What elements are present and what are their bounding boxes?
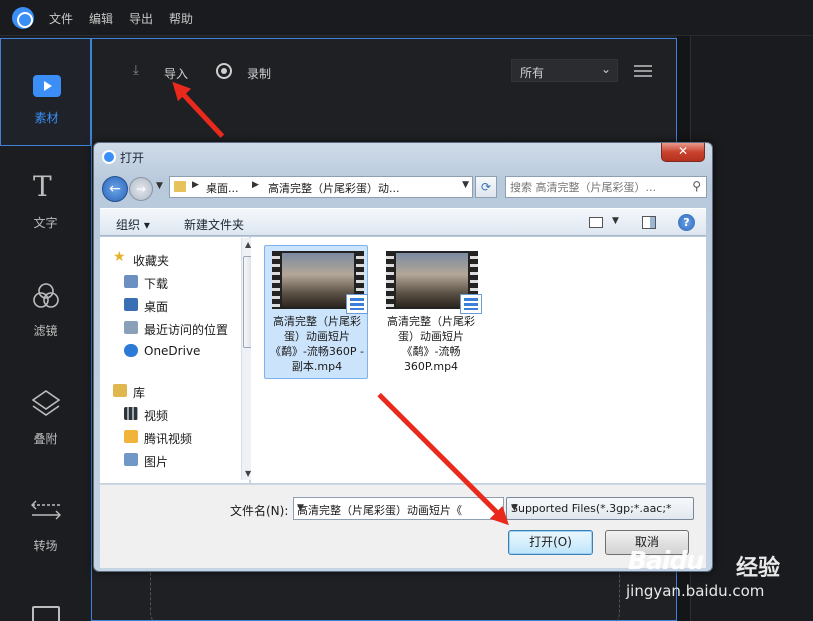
sidebar-item-label: 转场	[33, 539, 58, 553]
view-mode-icon[interactable]	[589, 217, 603, 228]
sidebar-item-label: 素材	[34, 111, 59, 125]
app-logo-icon	[12, 7, 34, 29]
video-frame	[396, 253, 468, 307]
organize-button[interactable]: 组织 ▾	[116, 216, 150, 233]
navigation-pane: ★ 收藏夹 下载 桌面 最近访问的位置 OneDrive 库 视频 腾讯视频 图…	[100, 237, 255, 483]
breadcrumb-desktop[interactable]: 桌面...	[206, 180, 239, 196]
new-folder-button[interactable]: 新建文件夹	[184, 216, 244, 233]
file-item[interactable]: 高清完整（片尾彩蛋）动画短片《鹬》-流畅360P.mp4	[378, 245, 482, 379]
watermark-brand: Baidu	[628, 546, 704, 575]
baidu-jingyan-watermark: Baidu 经验 jingyan.baidu.com	[626, 546, 808, 616]
watermark-url: jingyan.baidu.com	[626, 582, 765, 600]
film-strip-icon	[386, 251, 394, 309]
nav-label: 视频	[144, 409, 169, 423]
desktop-icon	[124, 298, 138, 311]
forward-button[interactable]: →	[129, 177, 153, 201]
material-icon	[33, 75, 61, 97]
record-icon[interactable]	[216, 63, 232, 79]
sidebar-item-more-icon[interactable]	[32, 606, 60, 621]
folder-icon	[124, 430, 138, 443]
media-player-badge-icon	[460, 294, 482, 314]
breadcrumb-folder[interactable]: 高清完整（片尾彩蛋）动...	[268, 180, 400, 196]
sidebar-item-label: 滤镜	[33, 324, 58, 338]
chevron-down-icon[interactable]: ▼	[462, 180, 469, 190]
folder-icon	[174, 181, 186, 192]
preview-pane-icon[interactable]	[642, 216, 656, 229]
open-button[interactable]: 打开(O)	[508, 530, 593, 555]
list-view-icon[interactable]	[634, 62, 652, 78]
filename-input[interactable]: 高清完整（片尾彩蛋）动画短片《 ▼	[293, 497, 504, 520]
star-icon: ★	[113, 249, 126, 265]
menu-file[interactable]: 文件	[49, 10, 73, 27]
nav-label: 收藏夹	[133, 254, 170, 268]
file-name: 高清完整（片尾彩蛋）动画短片《鹬》-流畅360P - 副本.mp4	[269, 315, 365, 373]
chevron-down-icon[interactable]: ▼	[297, 503, 477, 513]
help-icon[interactable]: ?	[678, 214, 695, 231]
history-dropdown-icon[interactable]: ▼	[156, 181, 163, 191]
watermark-jingyan: 经验	[736, 556, 781, 581]
open-file-dialog: 打开 ✕ ← → ▼ ▶ 桌面... ▶ 高清完整（片尾彩蛋）动... ▼ ⟳ …	[93, 142, 713, 572]
filter-icon	[33, 283, 59, 308]
video-thumbnail	[386, 251, 482, 314]
onedrive-icon	[124, 344, 138, 357]
overlay-icon	[31, 390, 61, 416]
drop-zone[interactable]	[150, 570, 620, 621]
breadcrumb-separator-icon: ▶	[192, 180, 199, 190]
sidebar-item-material[interactable]: 素材	[0, 38, 91, 146]
chevron-down-icon: ▼	[511, 503, 518, 513]
filename-label: 文件名(N):	[230, 504, 289, 518]
record-button[interactable]: 录制	[247, 65, 271, 82]
dialog-footer: 文件名(N): 高清完整（片尾彩蛋）动画短片《 ▼ Supported File…	[100, 484, 706, 568]
address-bar[interactable]: ▶ 桌面... ▶ 高清完整（片尾彩蛋）动... ▼	[169, 176, 473, 198]
breadcrumb-separator-icon: ▶	[252, 180, 259, 190]
sidebar-item-overlay[interactable]: 叠附	[0, 382, 91, 488]
refresh-button[interactable]: ⟳	[475, 176, 497, 198]
close-button[interactable]: ✕	[661, 143, 705, 162]
dialog-title: 打开	[120, 151, 145, 165]
transition-icon	[31, 500, 61, 520]
text-icon: T	[33, 170, 52, 203]
menu-bar: 文件 编辑 导出 帮助	[0, 0, 813, 36]
search-icon: ⚲	[692, 179, 701, 193]
media-player-badge-icon	[346, 294, 368, 314]
search-box[interactable]: ⚲	[505, 176, 707, 198]
media-filter-select[interactable]: 所有 ⌄	[511, 59, 618, 82]
sidebar-item-label: 文字	[33, 216, 58, 230]
nav-label: 库	[133, 386, 146, 400]
video-thumbnail	[272, 251, 368, 314]
sidebar-item-transition[interactable]: 转场	[0, 491, 91, 597]
dialog-app-icon	[102, 150, 116, 164]
media-filter-value: 所有	[520, 66, 545, 80]
film-strip-icon	[272, 251, 280, 309]
file-name: 高清完整（片尾彩蛋）动画短片《鹬》-流畅360P.mp4	[387, 315, 475, 373]
picture-library-icon	[124, 453, 138, 466]
nav-label: OneDrive	[144, 344, 201, 358]
nav-label: 图片	[144, 455, 169, 469]
nav-label: 桌面	[144, 300, 169, 314]
filetype-select[interactable]: Supported Files(*.3gp;*.aac;* ▼	[506, 497, 694, 520]
nav-label: 下载	[144, 277, 169, 291]
search-input[interactable]	[510, 179, 682, 195]
sidebar: 素材 T 文字 滤镜 叠附 转场	[0, 36, 91, 621]
video-library-icon	[124, 407, 138, 420]
download-folder-icon	[124, 275, 138, 288]
chevron-down-icon[interactable]: ▼	[612, 216, 619, 226]
menu-edit[interactable]: 编辑	[89, 10, 113, 27]
video-frame	[282, 253, 354, 307]
file-list: 高清完整（片尾彩蛋）动画短片《鹬》-流畅360P - 副本.mp4 高清完整（片…	[251, 237, 706, 483]
command-bar: 组织 ▾ 新建文件夹 ▼ ?	[100, 208, 706, 236]
chevron-down-icon: ⌄	[600, 62, 611, 76]
menu-help[interactable]: 帮助	[169, 10, 193, 27]
sidebar-item-filter[interactable]: 滤镜	[0, 274, 91, 380]
import-icon[interactable]: ⤓	[133, 63, 139, 78]
nav-label: 最近访问的位置	[144, 323, 229, 337]
menu-export[interactable]: 导出	[129, 10, 153, 27]
nav-label: 腾讯视频	[144, 432, 193, 446]
library-icon	[113, 384, 127, 397]
recent-places-icon	[124, 321, 138, 334]
file-item[interactable]: 高清完整（片尾彩蛋）动画短片《鹬》-流畅360P - 副本.mp4	[264, 245, 368, 379]
back-button[interactable]: ←	[102, 176, 128, 202]
sidebar-item-text[interactable]: T 文字	[0, 164, 91, 270]
sidebar-item-label: 叠附	[33, 432, 58, 446]
